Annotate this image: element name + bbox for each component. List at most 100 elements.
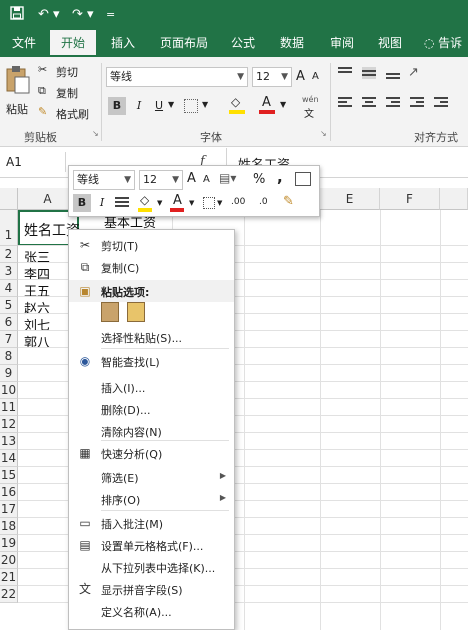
bottom-align-icon[interactable]: [386, 67, 400, 79]
context-menu-item[interactable]: ▣ 粘贴选项:: [69, 280, 234, 302]
tab-data[interactable]: 数据: [272, 30, 312, 57]
context-menu-item[interactable]: 从下拉列表中选择(K)...: [69, 556, 234, 578]
font-launcher-icon[interactable]: ↘: [320, 129, 327, 138]
font-name-combo[interactable]: 等线 ▼: [106, 67, 248, 87]
row-header[interactable]: 1: [0, 210, 18, 246]
bold-button[interactable]: B: [108, 97, 126, 115]
row-header[interactable]: 17: [0, 501, 18, 518]
tab-tell-me[interactable]: ◌ 告诉: [418, 30, 468, 57]
column-header-g[interactable]: [440, 188, 468, 210]
name-cell[interactable]: 郭八: [24, 332, 50, 351]
context-menu-item[interactable]: 文显示拼音字段(S): [69, 578, 234, 600]
chevron-down-icon[interactable]: ▼: [157, 199, 162, 207]
copy-button[interactable]: ⧉ 复制: [38, 84, 90, 100]
decrease-indent-icon[interactable]: [410, 97, 424, 109]
context-menu-item[interactable]: ∞链接(I): [69, 624, 234, 630]
mini-font-name-combo[interactable]: 等线 ▼: [73, 170, 135, 190]
middle-align-icon[interactable]: [362, 67, 376, 79]
comma-style-button[interactable]: ,: [277, 168, 283, 186]
undo-icon[interactable]: ↶ ▾: [38, 6, 60, 24]
paste-button[interactable]: 粘贴: [4, 63, 32, 119]
context-menu-item[interactable]: ▦ 快速分析(Q): [69, 442, 234, 464]
row-header[interactable]: 13: [0, 433, 18, 450]
font-color-button[interactable]: A: [258, 95, 278, 115]
top-align-icon[interactable]: [338, 67, 352, 79]
select-all-corner[interactable]: [0, 188, 18, 210]
context-menu-item[interactable]: 选择性粘贴(S)...: [69, 326, 234, 348]
paste-keep-formatting-icon[interactable]: [101, 302, 119, 322]
mini-fill-color-button[interactable]: ◇: [137, 193, 155, 213]
cut-button[interactable]: ✂ 剪切: [38, 63, 90, 79]
fill-color-button[interactable]: ◇: [228, 95, 248, 115]
increase-indent-icon[interactable]: [434, 97, 448, 109]
context-menu-item[interactable]: 删除(D)...: [69, 398, 234, 420]
row-header[interactable]: 4: [0, 280, 18, 297]
underline-button[interactable]: U: [150, 97, 168, 115]
row-header[interactable]: 3: [0, 263, 18, 280]
tab-insert[interactable]: 插入: [104, 30, 142, 57]
row-header[interactable]: 18: [0, 518, 18, 535]
row-header[interactable]: 16: [0, 484, 18, 501]
context-menu-item[interactable]: ▤ 设置单元格格式(F)...: [69, 534, 234, 556]
accounting-format-icon[interactable]: ▤▾: [219, 171, 236, 185]
align-center-icon[interactable]: [362, 97, 376, 109]
phonetic-guide-icon[interactable]: wén: [302, 95, 319, 104]
chevron-down-icon[interactable]: ▼: [217, 199, 222, 207]
row-header[interactable]: 7: [0, 331, 18, 348]
context-menu-item[interactable]: 定义名称(A)...: [69, 600, 234, 622]
row-header[interactable]: 11: [0, 399, 18, 416]
row-header[interactable]: 2: [0, 246, 18, 263]
context-menu-item[interactable]: ⧉ 复制(C): [69, 256, 234, 278]
font-size-combo[interactable]: 12 ▼: [252, 67, 292, 87]
context-menu-item[interactable]: 清除内容(N): [69, 420, 234, 442]
paste-values-icon[interactable]: [127, 302, 145, 322]
customize-quick-access-icon[interactable]: =: [106, 6, 115, 24]
name-box[interactable]: A1: [0, 152, 66, 172]
mini-align-center-icon[interactable]: [115, 197, 129, 209]
row-header[interactable]: 14: [0, 450, 18, 467]
format-painter-button[interactable]: ✎ 格式刷: [38, 105, 98, 121]
row-header[interactable]: 12: [0, 416, 18, 433]
context-menu-item[interactable]: 筛选(E) ▶: [69, 466, 234, 488]
mini-font-color-button[interactable]: A: [169, 193, 187, 213]
shrink-font-button[interactable]: A: [312, 71, 319, 82]
column-header-e[interactable]: E: [320, 188, 380, 210]
tab-view[interactable]: 视图: [370, 30, 410, 57]
row-header[interactable]: 5: [0, 297, 18, 314]
borders-icon[interactable]: [184, 99, 198, 113]
redo-icon[interactable]: ↷ ▾: [72, 6, 94, 24]
row-header[interactable]: 20: [0, 552, 18, 569]
row-header[interactable]: 21: [0, 569, 18, 586]
format-table-icon[interactable]: [295, 172, 311, 186]
row-header[interactable]: 22: [0, 586, 18, 603]
format-painter-icon[interactable]: ✎: [283, 194, 294, 209]
chevron-down-icon[interactable]: ▼: [168, 100, 174, 109]
context-menu-item[interactable]: ▭ 插入批注(M): [69, 512, 234, 534]
mini-italic-button[interactable]: I: [93, 194, 111, 212]
context-menu-item[interactable]: ✂ 剪切(T): [69, 234, 234, 256]
italic-button[interactable]: I: [130, 97, 148, 115]
save-icon[interactable]: [10, 6, 24, 26]
row-header[interactable]: 9: [0, 365, 18, 382]
chevron-down-icon[interactable]: ▼: [202, 100, 208, 109]
context-menu-item[interactable]: 插入(I)...: [69, 376, 234, 398]
grow-font-button[interactable]: A: [296, 69, 305, 84]
mini-shrink-font-button[interactable]: A: [203, 174, 210, 185]
mini-borders-icon[interactable]: [203, 197, 215, 209]
chevron-down-icon[interactable]: ▼: [280, 100, 286, 109]
align-right-icon[interactable]: [386, 97, 400, 109]
clipboard-launcher-icon[interactable]: ↘: [92, 129, 99, 138]
orientation-icon[interactable]: ↗: [408, 65, 419, 80]
tab-page-layout[interactable]: 页面布局: [152, 30, 216, 57]
mini-grow-font-button[interactable]: A: [187, 171, 196, 186]
decrease-decimal-button[interactable]: .0: [259, 197, 268, 207]
align-left-icon[interactable]: [338, 97, 352, 109]
row-header[interactable]: 8: [0, 348, 18, 365]
row-header[interactable]: 19: [0, 535, 18, 552]
row-header[interactable]: 6: [0, 314, 18, 331]
context-menu-item[interactable]: ◉ 智能查找(L): [69, 350, 234, 372]
chevron-down-icon[interactable]: ▼: [189, 199, 194, 207]
increase-decimal-button[interactable]: .00: [231, 197, 245, 207]
row-header[interactable]: 15: [0, 467, 18, 484]
row-header[interactable]: 10: [0, 382, 18, 399]
